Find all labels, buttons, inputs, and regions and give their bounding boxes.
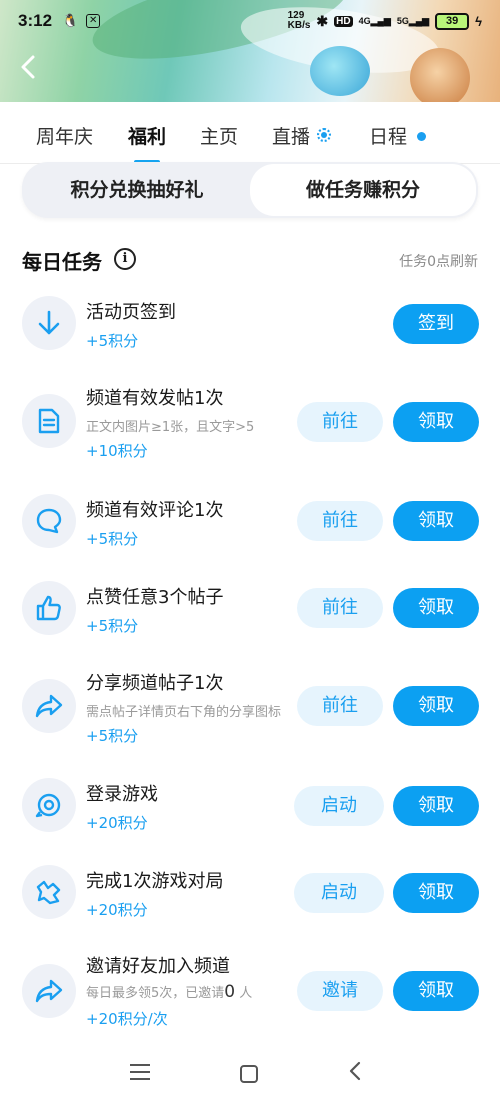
invite-share-icon xyxy=(35,979,63,1003)
task-icon-wrap xyxy=(22,296,76,350)
info-icon[interactable]: i xyxy=(114,248,136,270)
document-icon xyxy=(38,408,60,434)
status-time: 3:12 xyxy=(18,11,53,30)
task-icon-wrap xyxy=(22,964,76,1018)
tab-schedule[interactable]: 日程 xyxy=(369,122,407,152)
live-indicator-icon xyxy=(317,128,331,142)
invite-button[interactable]: 邀请 xyxy=(297,971,383,1011)
charging-icon: ϟ xyxy=(475,13,482,29)
go-button[interactable]: 前往 xyxy=(297,402,383,442)
task-reward: +20积分/次 xyxy=(86,1010,168,1028)
notification-icon: ✕ xyxy=(86,14,101,28)
segment-earn-points[interactable]: 做任务赚积分 xyxy=(250,164,476,216)
task-reward: +5积分 xyxy=(86,332,139,350)
chevron-left-icon xyxy=(21,55,35,79)
download-arrow-icon xyxy=(38,310,60,335)
tab-anniversary[interactable]: 周年庆 xyxy=(36,122,93,152)
qq-icon: 🐧 xyxy=(62,13,79,28)
task-reward: +20积分 xyxy=(86,814,148,832)
game-login-icon xyxy=(35,793,61,818)
back-button[interactable] xyxy=(14,54,44,84)
task-description: 每日最多领5次，已邀请0 人 xyxy=(86,982,253,1002)
hd-badge: HD xyxy=(334,15,353,27)
claim-button[interactable]: 领取 xyxy=(393,873,479,913)
task-title: 点赞任意3个帖子 xyxy=(86,587,224,608)
go-button[interactable]: 前往 xyxy=(297,588,383,628)
recent-apps-button[interactable] xyxy=(130,1064,150,1082)
invite-count: 0 xyxy=(224,982,236,1002)
task-reward: +5积分 xyxy=(86,617,139,635)
task-title: 频道有效评论1次 xyxy=(86,500,224,521)
task-title: 分享频道帖子1次 xyxy=(86,673,224,694)
task-title: 邀请好友加入频道 xyxy=(86,956,230,977)
sign-in-button[interactable]: 签到 xyxy=(393,304,479,344)
task-title: 频道有效发帖1次 xyxy=(86,388,224,409)
claim-button[interactable]: 领取 xyxy=(393,402,479,442)
net-speed: 129 KB/s xyxy=(287,10,311,31)
claim-button[interactable]: 领取 xyxy=(393,501,479,541)
task-reward: +10积分 xyxy=(86,442,148,460)
signal-5g: 5G▂▄▆ xyxy=(396,15,430,26)
game-match-icon xyxy=(36,880,61,905)
signal-4g: 4G▂▄▆ xyxy=(358,15,391,26)
tab-bar: 周年庆 福利 主页 直播 日程 xyxy=(0,102,500,164)
share-arrow-icon xyxy=(35,694,63,718)
task-title: 活动页签到 xyxy=(86,302,176,323)
system-nav-bar xyxy=(0,1056,500,1097)
points-segment-control: 积分兑换抽好礼 做任务赚积分 xyxy=(22,162,478,218)
task-title: 完成1次游戏对局 xyxy=(86,871,224,892)
task-icon-wrap xyxy=(22,778,76,832)
thumbs-up-icon xyxy=(36,595,61,621)
back-nav-button[interactable] xyxy=(348,1060,362,1088)
go-button[interactable]: 前往 xyxy=(297,501,383,541)
launch-button[interactable]: 启动 xyxy=(294,873,384,913)
go-button[interactable]: 前往 xyxy=(297,686,383,726)
mascot-illustration xyxy=(310,46,370,96)
task-icon-wrap xyxy=(22,865,76,919)
task-reward: +20积分 xyxy=(86,901,148,919)
task-icon-wrap xyxy=(22,394,76,448)
launch-button[interactable]: 启动 xyxy=(294,786,384,826)
tab-home[interactable]: 主页 xyxy=(200,122,238,152)
claim-button[interactable]: 领取 xyxy=(393,686,479,726)
comment-bubble-icon xyxy=(36,508,62,534)
task-reward: +5积分 xyxy=(86,727,139,745)
claim-button[interactable]: 领取 xyxy=(393,786,479,826)
section-title: 每日任务 xyxy=(22,250,102,274)
task-description: 需点帖子详情页右下角的分享图标 xyxy=(86,705,282,720)
status-bar: 3:12 🐧 ✕ 129 KB/s ✱ HD 4G▂▄▆ 5G▂▄▆ 39 ϟ xyxy=(0,0,500,42)
task-icon-wrap xyxy=(22,679,76,733)
task-icon-wrap xyxy=(22,581,76,635)
task-title: 登录游戏 xyxy=(86,784,158,805)
segment-redeem-points[interactable]: 积分兑换抽好礼 xyxy=(22,162,252,218)
battery-indicator: 39 xyxy=(435,12,470,30)
claim-button[interactable]: 领取 xyxy=(393,588,479,628)
task-description: 正文内图片≥1张，且文字>5 xyxy=(86,420,255,435)
schedule-dot-badge xyxy=(417,132,426,141)
hero-illustration xyxy=(410,48,470,102)
task-icon-wrap xyxy=(22,494,76,548)
refresh-note: 任务0点刷新 xyxy=(399,254,478,270)
tab-live[interactable]: 直播 xyxy=(272,122,310,152)
bluetooth-icon: ✱ xyxy=(316,12,329,29)
tab-welfare[interactable]: 福利 xyxy=(128,122,166,152)
claim-button[interactable]: 领取 xyxy=(393,971,479,1011)
home-button[interactable] xyxy=(240,1065,258,1083)
chevron-left-icon xyxy=(349,1061,361,1081)
task-reward: +5积分 xyxy=(86,530,139,548)
